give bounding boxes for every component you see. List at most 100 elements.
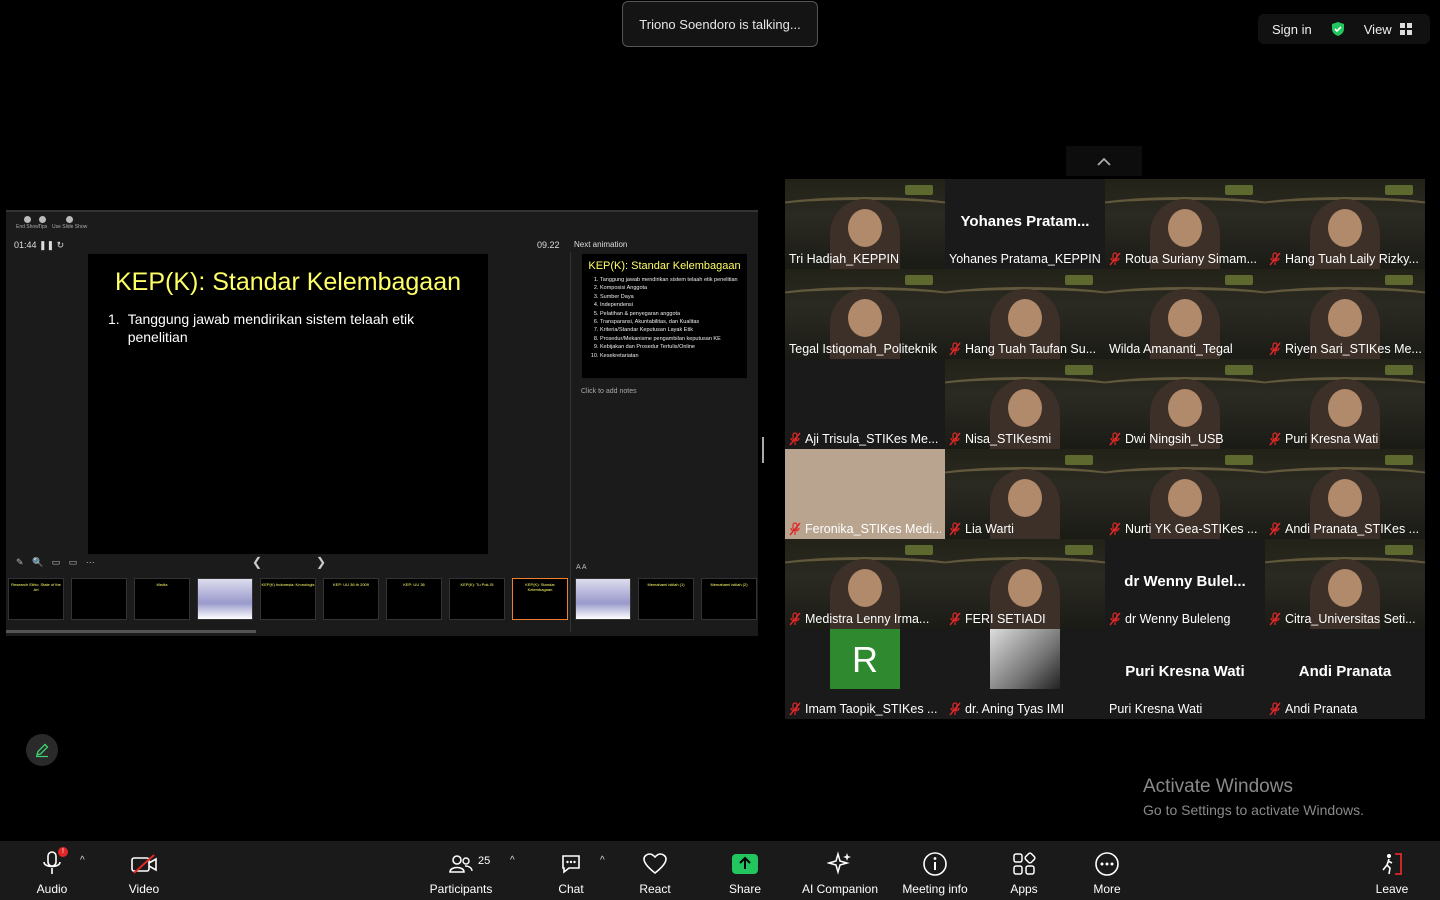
view-splitter[interactable] bbox=[762, 437, 764, 463]
use-slide-show-control[interactable]: Use Slide Show bbox=[52, 216, 87, 230]
video-button[interactable]: Video bbox=[104, 849, 184, 896]
participant-tile[interactable]: dr Wenny Bulel... dr Wenny Buleleng bbox=[1105, 539, 1265, 629]
participant-name-label: Citra_Universitas Seti... bbox=[1269, 612, 1421, 626]
tips-control[interactable]: Tips bbox=[38, 216, 47, 230]
webinar-logo bbox=[1065, 275, 1093, 285]
slide-thumbnail-active[interactable]: KEP(K): Standar Kelembagaan bbox=[512, 578, 568, 620]
meeting-toolbar: ! Audio ^ Video Participants 25 ^ Chat ^… bbox=[0, 841, 1440, 900]
participant-tile[interactable]: Puri Kresna Wati Puri Kresna Wati bbox=[1105, 629, 1265, 719]
participant-tile[interactable]: Feronika_STIKes Medi... bbox=[785, 449, 945, 539]
participant-name: Citra_Universitas Seti... bbox=[1285, 612, 1416, 626]
chat-label: Chat bbox=[558, 882, 584, 896]
next-slide-icon[interactable]: ❯ bbox=[316, 555, 326, 569]
participant-name: Feronika_STIKes Medi... bbox=[805, 522, 941, 536]
next-slide-list: Tanggung jawab mendirikan sistem telaah … bbox=[600, 276, 747, 360]
participant-tile[interactable]: Wilda Amananti_Tegal bbox=[1105, 269, 1265, 359]
participant-name: dr. Aning Tyas IMI bbox=[965, 702, 1065, 716]
slide-thumbnail[interactable]: Memahami istilah (1) bbox=[638, 578, 694, 620]
slide-thumbnail[interactable]: KEP: UU 36 th 2009 bbox=[323, 578, 379, 620]
end-show-control[interactable]: End Show bbox=[16, 216, 39, 230]
webinar-logo bbox=[905, 185, 933, 195]
participant-tile[interactable]: Lia Warti bbox=[945, 449, 1105, 539]
thumbnail-scrollbar[interactable] bbox=[6, 630, 256, 633]
participant-name: Riyen Sari_STIKes Me... bbox=[1285, 342, 1421, 356]
participant-tile[interactable]: Riyen Sari_STIKes Me... bbox=[1265, 269, 1425, 359]
participant-name: Nurti YK Gea-STIKes ... bbox=[1125, 522, 1258, 536]
next-slide-preview: KEP(K): Standar Kelembagaan Tanggung jaw… bbox=[582, 254, 747, 378]
slide-thumbnail[interactable]: Research Ethic: State of the Art bbox=[8, 578, 64, 620]
watermark-subtitle: Go to Settings to activate Windows. bbox=[1143, 802, 1364, 818]
participant-tile[interactable]: Andi Pranata_STIKes ... bbox=[1265, 449, 1425, 539]
font-size-controls[interactable]: A A bbox=[576, 564, 587, 571]
audio-options-caret[interactable]: ^ bbox=[80, 855, 85, 866]
participant-tile[interactable]: R Imam Taopik_STIKes ... bbox=[785, 629, 945, 719]
slide-thumbnail[interactable] bbox=[71, 578, 127, 620]
pen-tools[interactable]: ✎ 🔍 ▭ ▭ ⋯ bbox=[16, 557, 98, 568]
participant-tile[interactable]: Puri Kresna Wati bbox=[1265, 359, 1425, 449]
slide-thumbnail[interactable] bbox=[197, 578, 253, 620]
participant-tile[interactable]: Nurti YK Gea-STIKes ... bbox=[1105, 449, 1265, 539]
leave-button[interactable]: Leave bbox=[1352, 849, 1432, 896]
chat-icon bbox=[562, 855, 580, 874]
chat-button[interactable]: Chat bbox=[531, 849, 611, 896]
more-button[interactable]: More bbox=[1067, 849, 1147, 896]
participant-name: Puri Kresna Wati bbox=[1109, 702, 1203, 716]
mic-muted-icon bbox=[789, 432, 801, 446]
ai-companion-button[interactable]: AI Companion bbox=[795, 849, 885, 896]
participant-tile[interactable]: Tegal Istiqomah_Politeknik bbox=[785, 269, 945, 359]
participant-name: Yohanes Pratama_KEPPIN bbox=[949, 252, 1101, 266]
slide-thumbnail[interactable]: KEP(K): Tu Pok-Si bbox=[449, 578, 505, 620]
participants-options-caret[interactable]: ^ bbox=[510, 855, 515, 866]
slide-thumbnail[interactable]: Memahami istilah (2) bbox=[701, 578, 757, 620]
previous-slide-icon[interactable]: ❮ bbox=[252, 555, 262, 569]
slide-thumbnail[interactable]: Media bbox=[134, 578, 190, 620]
chat-options-caret[interactable]: ^ bbox=[600, 855, 605, 866]
participant-tile[interactable]: Andi Pranata Andi Pranata bbox=[1265, 629, 1425, 719]
participant-name-label: Medistra Lenny Irma... bbox=[789, 612, 941, 626]
apps-icon bbox=[1013, 852, 1036, 875]
participant-tile[interactable]: Yohanes Pratam... Yohanes Pratama_KEPPIN bbox=[945, 179, 1105, 269]
react-label: React bbox=[639, 882, 671, 896]
participant-name-label: Aji Trisula_STIKes Me... bbox=[789, 432, 941, 446]
shield-check-icon[interactable] bbox=[1330, 21, 1346, 37]
participant-tile[interactable]: Medistra Lenny Irma... bbox=[785, 539, 945, 629]
participant-name-label: Nisa_STIKesmi bbox=[949, 432, 1101, 446]
mic-muted-icon bbox=[1269, 522, 1281, 536]
share-button[interactable]: Share bbox=[705, 849, 785, 896]
mic-muted-icon bbox=[1109, 432, 1121, 446]
participant-tile[interactable]: Nisa_STIKesmi bbox=[945, 359, 1105, 449]
participant-name-label: Feronika_STIKes Medi... bbox=[789, 522, 941, 536]
next-slide-item: Kriteria/Standar Keputusan Layak Etik bbox=[600, 326, 743, 334]
mic-muted-icon bbox=[789, 612, 801, 626]
view-button[interactable]: View bbox=[1364, 22, 1392, 37]
talking-indicator: Triono Soendoro is talking... bbox=[622, 1, 818, 47]
next-animation-label: Next animation bbox=[574, 240, 628, 249]
react-button[interactable]: React bbox=[615, 849, 695, 896]
participant-tile[interactable]: Dwi Ningsih_USB bbox=[1105, 359, 1265, 449]
participant-tile[interactable]: Hang Tuah Laily Rizky... bbox=[1265, 179, 1425, 269]
participant-name-label: Imam Taopik_STIKes ... bbox=[789, 702, 941, 716]
slide-thumbnail[interactable]: KEP(K) Indonesia: Kronologis bbox=[260, 578, 316, 620]
slide-thumbnail-strip: Research Ethic: State of the Art Media K… bbox=[6, 578, 760, 626]
participant-tile[interactable]: Hang Tuah Taufan Su... bbox=[945, 269, 1105, 359]
mic-muted-icon bbox=[1269, 432, 1281, 446]
participant-tile[interactable]: dr. Aning Tyas IMI bbox=[945, 629, 1105, 719]
participant-tile[interactable]: Rotua Suriany Simam... bbox=[1105, 179, 1265, 269]
apps-button[interactable]: Apps bbox=[984, 849, 1064, 896]
slide-thumbnail[interactable] bbox=[575, 578, 631, 620]
participant-tile[interactable]: Citra_Universitas Seti... bbox=[1265, 539, 1425, 629]
participant-name-label: Hang Tuah Taufan Su... bbox=[949, 342, 1101, 356]
grid-view-icon bbox=[1399, 23, 1412, 35]
gallery-collapse-button[interactable] bbox=[1066, 146, 1142, 176]
notes-placeholder[interactable]: Click to add notes bbox=[581, 388, 637, 395]
participant-tile[interactable]: Tri Hadiah_KEPPIN bbox=[785, 179, 945, 269]
meeting-info-button[interactable]: Meeting info bbox=[895, 849, 975, 896]
leave-icon bbox=[1382, 853, 1402, 875]
participant-name: Hang Tuah Laily Rizky... bbox=[1285, 252, 1419, 266]
participant-tile[interactable]: Aji Trisula_STIKes Me... bbox=[785, 359, 945, 449]
sign-in-button[interactable]: Sign in bbox=[1272, 22, 1312, 37]
annotate-button[interactable] bbox=[26, 734, 58, 766]
slide-thumbnail[interactable]: KEP: UU 36 bbox=[386, 578, 442, 620]
participant-tile[interactable]: FERI SETIADI bbox=[945, 539, 1105, 629]
participant-name-label: Riyen Sari_STIKes Me... bbox=[1269, 342, 1421, 356]
